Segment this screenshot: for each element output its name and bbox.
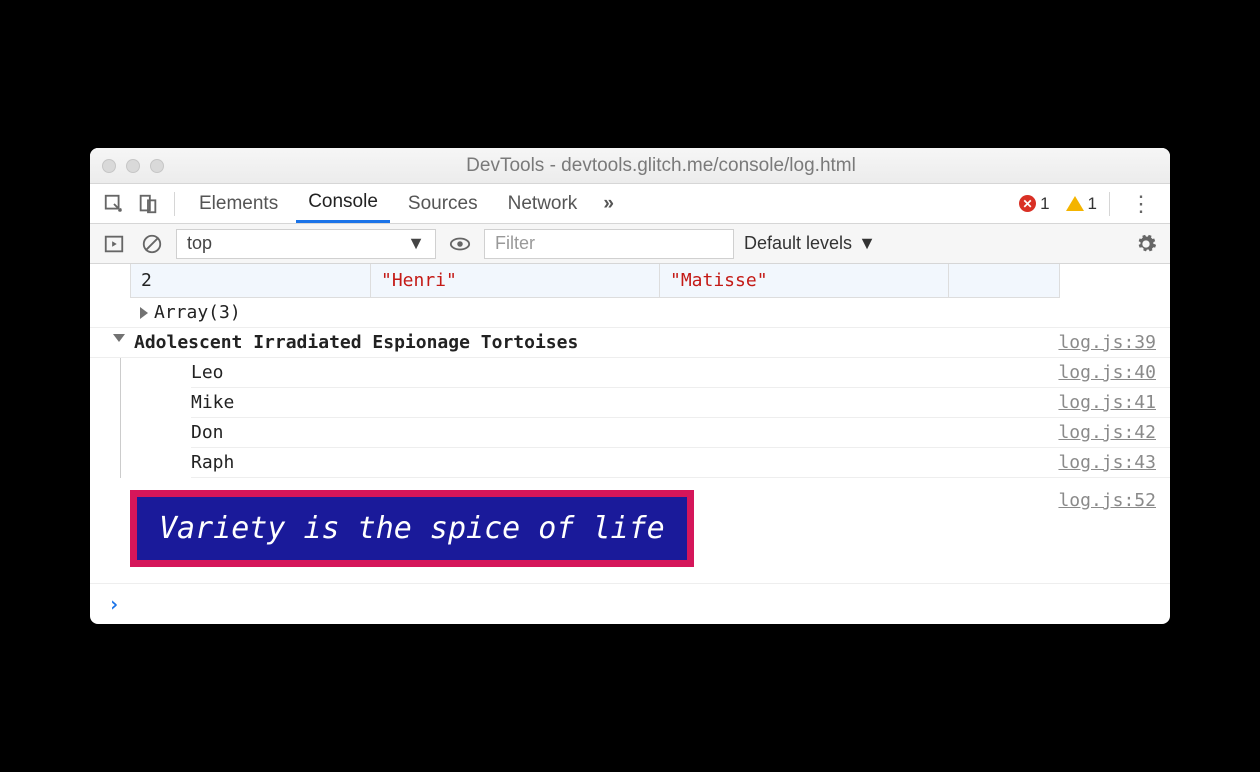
close-window-button[interactable]: [102, 159, 116, 173]
source-link[interactable]: log.js:39: [1058, 332, 1156, 353]
styled-log-row[interactable]: Variety is the spice of life log.js:52: [90, 478, 1170, 584]
execution-context-select[interactable]: top ▼: [176, 229, 436, 259]
zoom-window-button[interactable]: [150, 159, 164, 173]
source-link[interactable]: log.js:40: [1058, 362, 1156, 383]
source-link[interactable]: log.js:42: [1058, 422, 1156, 443]
source-link[interactable]: log.js:43: [1058, 452, 1156, 473]
divider: [1109, 192, 1110, 216]
warning-badge[interactable]: 1: [1066, 194, 1097, 214]
context-label: top: [187, 233, 212, 254]
devtools-window: DevTools - devtools.glitch.me/console/lo…: [90, 148, 1170, 624]
tab-elements[interactable]: Elements: [187, 187, 290, 221]
table-cell-last: "Matisse": [660, 264, 949, 297]
traffic-lights: [102, 159, 164, 173]
chevron-down-icon: ▼: [407, 233, 425, 254]
levels-label: Default levels: [744, 233, 852, 254]
gear-icon[interactable]: [1132, 230, 1160, 258]
device-toolbar-icon[interactable]: [134, 190, 162, 218]
group-children: Leo log.js:40 Mike log.js:41 Don log.js:…: [120, 358, 1170, 478]
console-toolbar: top ▼ Default levels ▼: [90, 224, 1170, 264]
titlebar: DevTools - devtools.glitch.me/console/lo…: [90, 148, 1170, 184]
log-message: Don: [191, 422, 1058, 443]
prompt-chevron-icon: ›: [108, 592, 120, 616]
table-row[interactable]: 2 "Henri" "Matisse": [130, 264, 1060, 298]
table-cell-index: 2: [131, 264, 371, 297]
log-row[interactable]: Raph log.js:43: [191, 448, 1170, 478]
group-title: Adolescent Irradiated Espionage Tortoise…: [128, 332, 1058, 353]
console-prompt[interactable]: ›: [90, 584, 1170, 624]
inspect-icon[interactable]: [100, 190, 128, 218]
log-row[interactable]: Mike log.js:41: [191, 388, 1170, 418]
tab-sources[interactable]: Sources: [396, 187, 490, 221]
table-cell-first: "Henri": [371, 264, 660, 297]
chevron-down-icon: ▼: [858, 233, 876, 254]
window-title: DevTools - devtools.glitch.me/console/lo…: [164, 155, 1158, 177]
log-levels-select[interactable]: Default levels ▼: [744, 233, 876, 254]
error-badge[interactable]: ✕ 1: [1019, 194, 1049, 214]
panel-tabs: Elements Console Sources Network » ✕ 1 1…: [90, 184, 1170, 224]
log-row[interactable]: Leo log.js:40: [191, 358, 1170, 388]
kebab-menu-icon[interactable]: ⋮: [1122, 191, 1160, 217]
tab-console[interactable]: Console: [296, 185, 390, 223]
group-header-row[interactable]: Adolescent Irradiated Espionage Tortoise…: [90, 328, 1170, 358]
array-label: Array(3): [154, 302, 241, 323]
tab-network[interactable]: Network: [496, 187, 590, 221]
log-message: Raph: [191, 452, 1058, 473]
collapse-icon[interactable]: [113, 334, 125, 342]
source-link[interactable]: log.js:41: [1058, 392, 1156, 413]
toggle-sidebar-icon[interactable]: [100, 230, 128, 258]
log-message: Leo: [191, 362, 1058, 383]
error-count: 1: [1040, 194, 1049, 214]
log-message: Mike: [191, 392, 1058, 413]
log-row[interactable]: Don log.js:42: [191, 418, 1170, 448]
divider: [174, 192, 175, 216]
live-expression-icon[interactable]: [446, 230, 474, 258]
expand-icon[interactable]: [140, 307, 148, 319]
table-cell-empty: [949, 264, 1059, 297]
warning-icon: [1066, 196, 1084, 211]
warning-count: 1: [1088, 194, 1097, 214]
styled-log-message: Variety is the spice of life: [130, 490, 694, 567]
overflow-tabs-button[interactable]: »: [595, 193, 622, 215]
array-summary-row[interactable]: Array(3): [90, 298, 1170, 328]
source-link[interactable]: log.js:52: [1058, 490, 1156, 511]
console-output: 2 "Henri" "Matisse" Array(3) Adolescent …: [90, 264, 1170, 624]
error-icon: ✕: [1019, 195, 1036, 212]
minimize-window-button[interactable]: [126, 159, 140, 173]
clear-console-icon[interactable]: [138, 230, 166, 258]
filter-input[interactable]: [484, 229, 734, 259]
